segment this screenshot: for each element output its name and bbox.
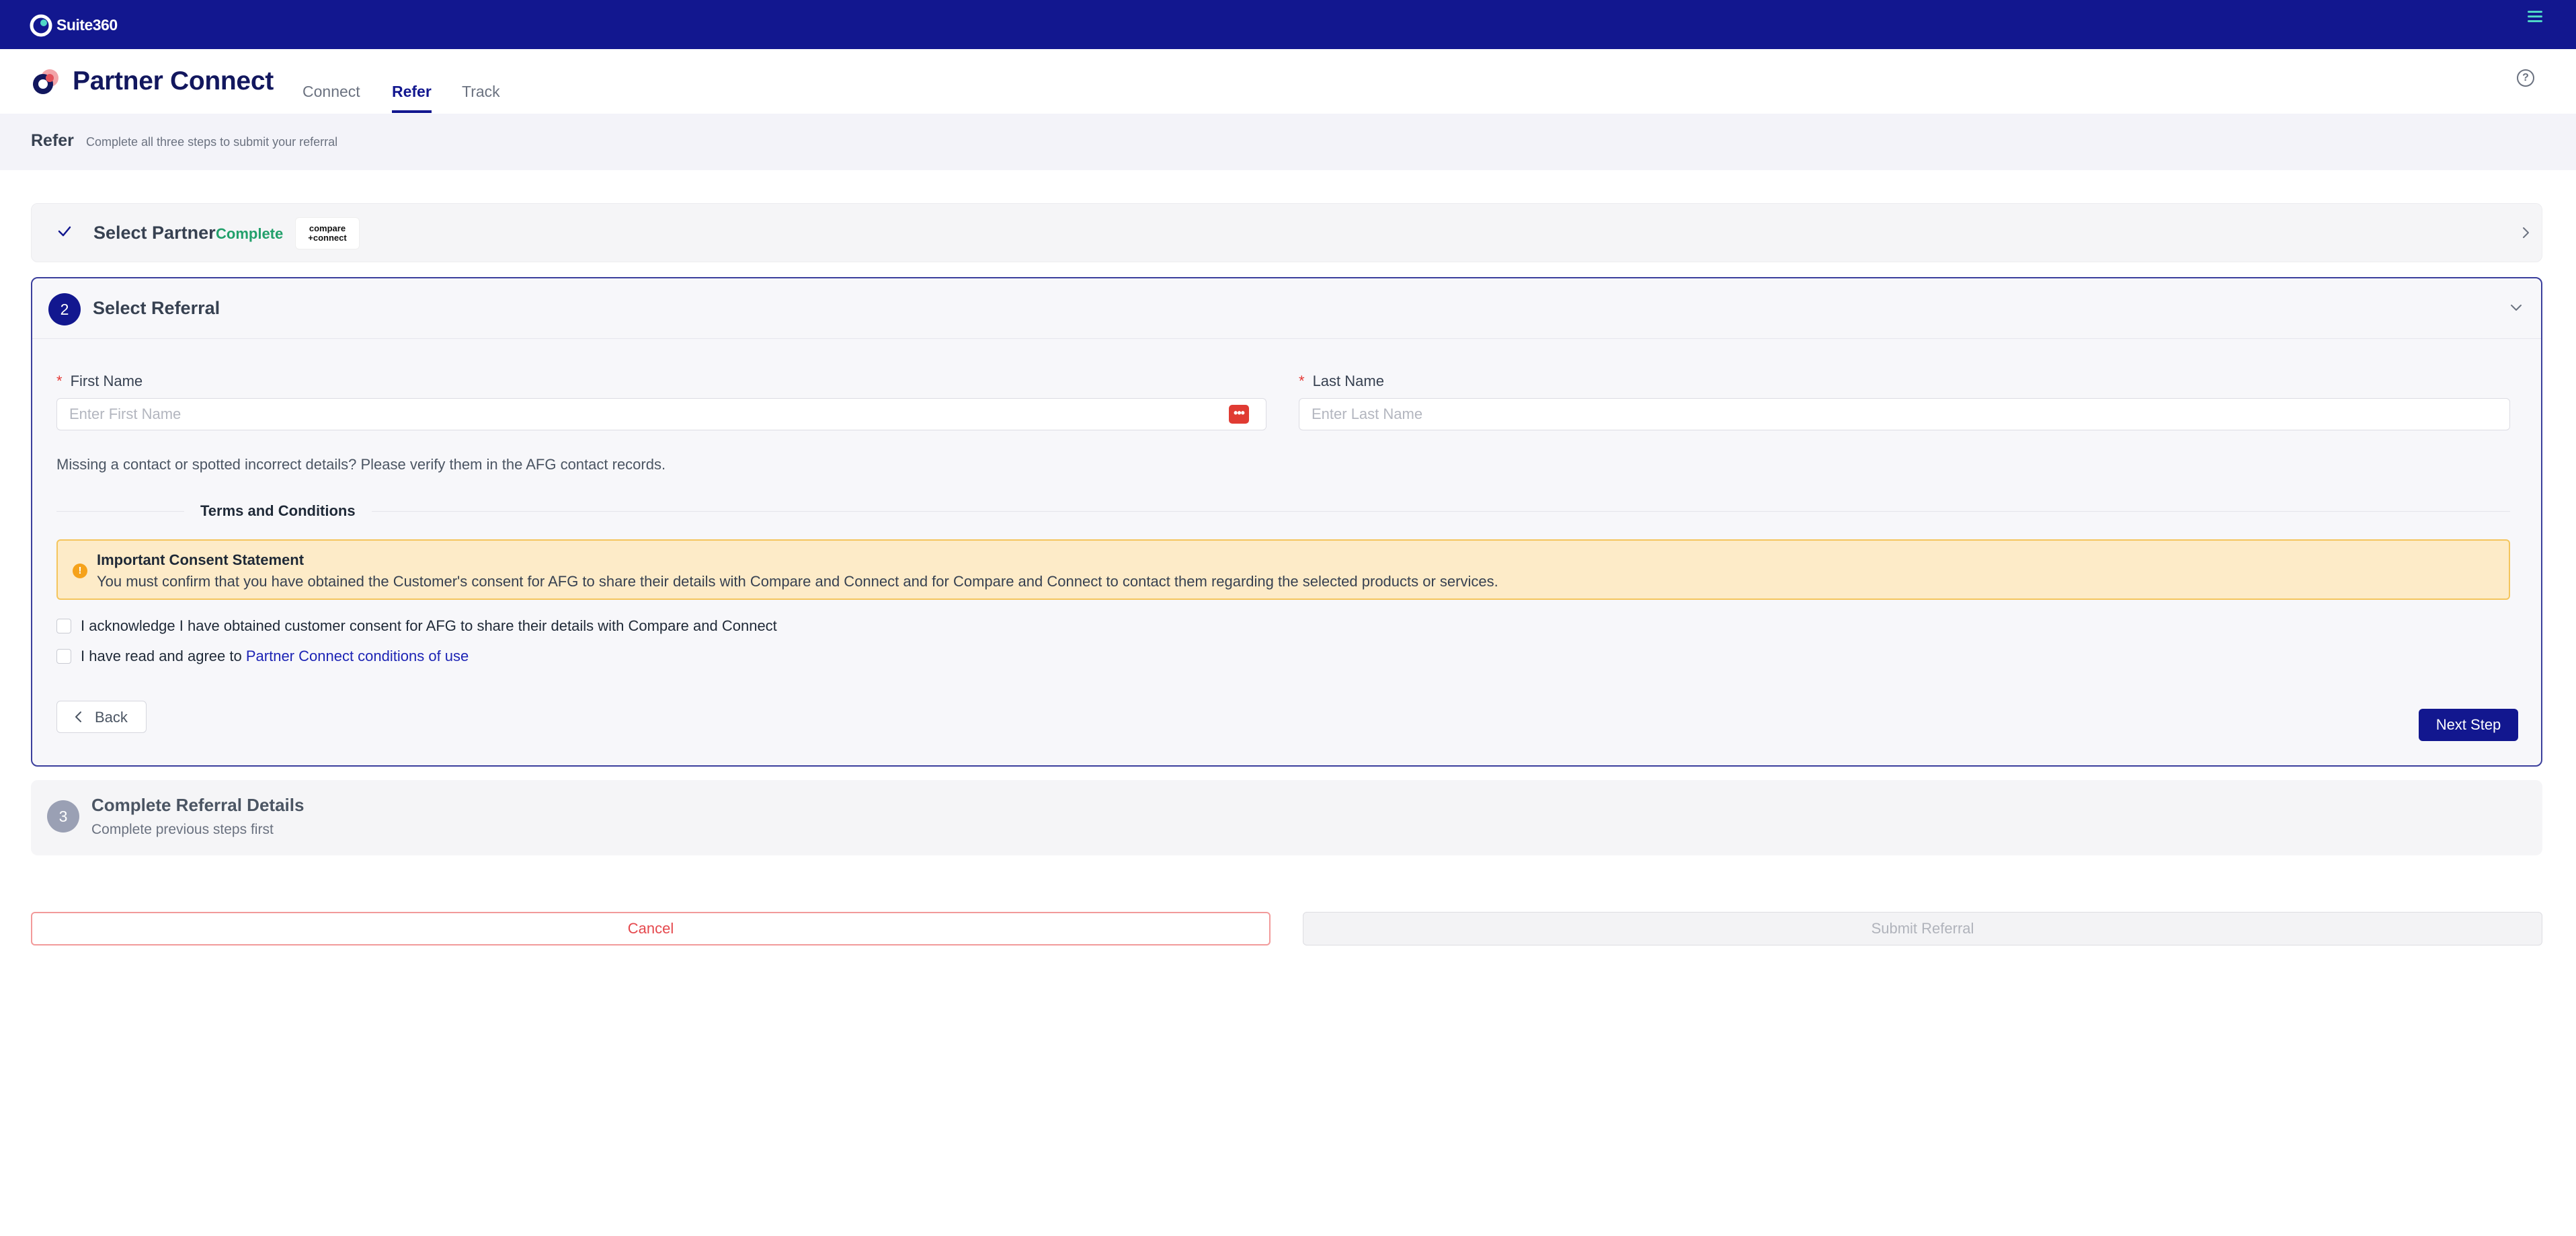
first-name-label: * First Name	[56, 373, 143, 390]
chevron-left-icon	[75, 711, 81, 722]
required-mark: *	[1299, 373, 1305, 389]
next-step-button[interactable]: Next Step	[2419, 709, 2518, 741]
page-title: Refer	[31, 131, 74, 150]
hamburger-menu-icon[interactable]	[2528, 11, 2542, 24]
chevron-down-icon[interactable]	[2509, 301, 2524, 315]
conditions-checkbox-label[interactable]: I have read and agree to Partner Connect…	[81, 648, 469, 665]
partner-logo-line2: +connect	[308, 233, 347, 243]
step3-number: 3	[47, 800, 79, 833]
step-select-referral: 2 Select Referral * First Name ••• * Last …	[31, 277, 2542, 767]
password-manager-icon[interactable]: •••	[1229, 405, 1249, 424]
partner-logo: compare +connect	[295, 217, 360, 249]
chevron-right-icon[interactable]	[2519, 225, 2532, 240]
suite-name: Suite360	[56, 16, 118, 34]
required-mark: *	[56, 373, 63, 389]
warning-circle-icon: !	[73, 564, 87, 578]
step1-status-badge: Complete	[216, 225, 284, 242]
step2-header[interactable]: 2 Select Referral	[32, 278, 2541, 339]
tab-track[interactable]: Track	[462, 83, 500, 110]
suite-top-bar: Suite360	[0, 0, 2576, 49]
first-name-label-text: First Name	[70, 373, 143, 389]
step2-number: 2	[48, 293, 81, 325]
consent-alert: ! Important Consent Statement You must c…	[56, 539, 2510, 600]
help-circle-icon[interactable]: ?	[2517, 69, 2534, 87]
conditions-prefix: I have read and agree to	[81, 648, 246, 664]
alert-body: You must confirm that you have obtained …	[97, 573, 1498, 590]
conditions-checkbox[interactable]	[56, 649, 71, 664]
step3-subtitle: Complete previous steps first	[91, 822, 274, 837]
cancel-button[interactable]: Cancel	[31, 912, 1271, 945]
app-header: Partner Connect Connect Refer Track ?	[0, 49, 2576, 114]
partner-logo-line1: compare	[309, 223, 346, 233]
conditions-of-use-link[interactable]: Partner Connect conditions of use	[246, 648, 469, 664]
submit-referral-button[interactable]: Submit Referral	[1303, 912, 2542, 945]
last-name-label: * Last Name	[1299, 373, 1384, 390]
missing-contact-note: Missing a contact or spotted incorrect d…	[56, 456, 666, 473]
step3-title: Complete Referral Details	[91, 795, 305, 815]
step2-title: Select Referral	[93, 298, 220, 318]
tab-refer[interactable]: Refer	[392, 83, 432, 113]
first-name-input[interactable]	[56, 398, 1266, 430]
page-subheader: Refer Complete all three steps to submit…	[0, 114, 2576, 170]
step-complete-referral-details: 3 Complete Referral Details Complete pre…	[31, 780, 2542, 855]
last-name-input[interactable]	[1299, 398, 2510, 430]
page-description: Complete all three steps to submit your …	[86, 135, 338, 149]
consent-checkbox[interactable]	[56, 619, 71, 633]
step-select-partner[interactable]: Select Partner Complete compare +connect	[31, 203, 2542, 262]
terms-heading: Terms and Conditions	[184, 500, 372, 522]
check-icon	[58, 226, 71, 237]
last-name-label-text: Last Name	[1312, 373, 1384, 389]
suite360-logo-icon[interactable]	[30, 14, 52, 37]
alert-title: Important Consent Statement	[97, 551, 305, 568]
consent-checkbox-label[interactable]: I acknowledge I have obtained customer c…	[81, 617, 777, 635]
tab-connect[interactable]: Connect	[303, 83, 360, 110]
partner-connect-logo-icon	[33, 69, 58, 94]
back-button[interactable]: Back	[56, 701, 147, 733]
back-button-label: Back	[95, 709, 128, 726]
terms-divider	[56, 511, 2510, 512]
app-title: Partner Connect	[73, 67, 274, 95]
step1-title: Select Partner	[93, 223, 216, 243]
